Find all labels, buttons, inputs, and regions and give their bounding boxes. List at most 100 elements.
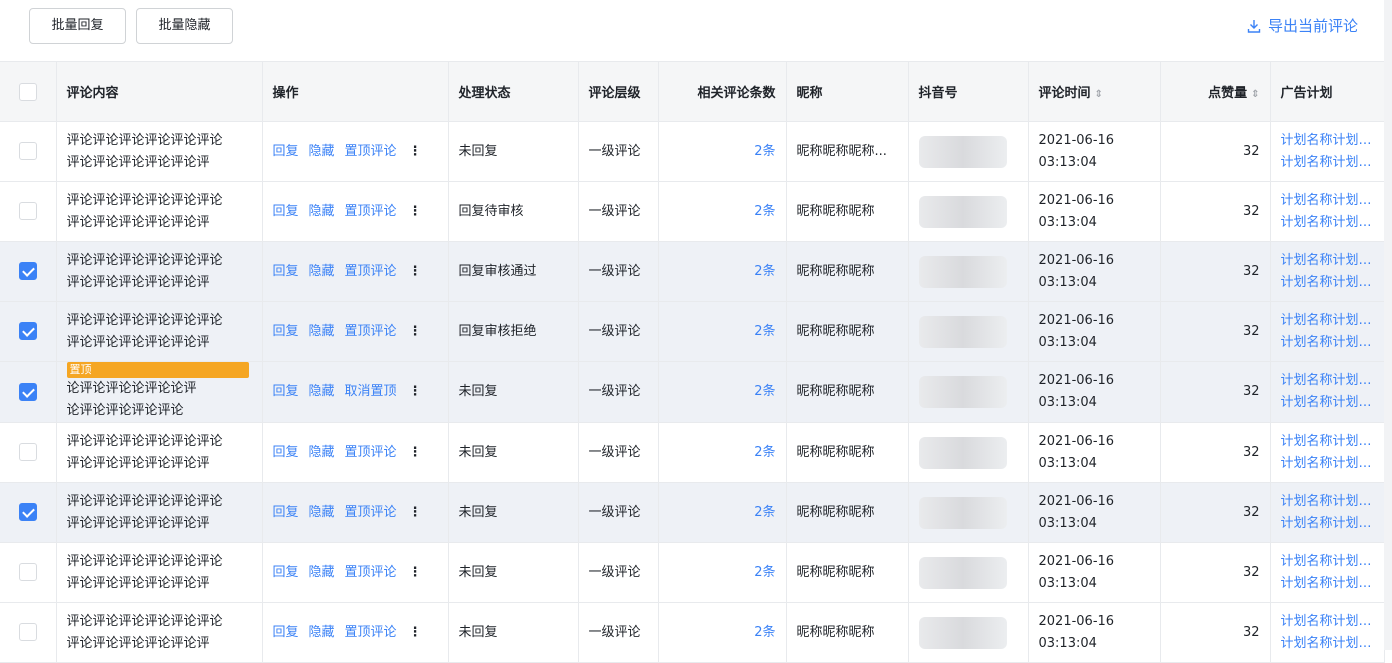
related-count-link[interactable]: 2条	[754, 384, 775, 399]
row-checkbox[interactable]	[18, 443, 37, 461]
header-status: 处理状态	[448, 61, 579, 122]
pin-toggle-link[interactable]: 置顶评论	[345, 144, 397, 159]
sort-icon[interactable]: ⇕	[1251, 89, 1259, 100]
nickname-cell: 昵称昵称昵称...	[786, 121, 909, 182]
reply-link[interactable]: 回复	[273, 204, 299, 219]
comment-line: 评论评论评论评论评论评	[66, 635, 210, 651]
header-time-label: 评论时间	[1038, 86, 1091, 101]
more-vertical-icon[interactable]: ⋮	[409, 264, 422, 279]
export-button[interactable]: 导出当前评论	[1246, 14, 1358, 38]
comment-cell: 评论评论评论评论评论评论评论评论评论评论评论评	[56, 602, 263, 663]
row-checkbox[interactable]	[18, 503, 37, 521]
more-vertical-icon[interactable]: ⋮	[409, 565, 422, 580]
plan-cell[interactable]: 计划名称计划名称计划名称计划名...	[1270, 482, 1385, 543]
row-checkbox[interactable]	[18, 262, 37, 280]
comment-time: 03:13:04	[1038, 395, 1097, 410]
pin-toggle-link[interactable]: 取消置顶	[345, 384, 397, 399]
douyin-id-redacted	[918, 195, 1007, 228]
pin-toggle-link[interactable]: 置顶评论	[345, 565, 397, 580]
row-select-cell	[0, 121, 57, 182]
level-cell: 一级评论	[578, 602, 659, 663]
related-count-link[interactable]: 2条	[754, 204, 775, 219]
batch-reply-button[interactable]: 批量回复	[29, 8, 126, 44]
plan-cell[interactable]: 计划名称计划名称计划名称计划名...	[1270, 241, 1385, 302]
hide-link[interactable]: 隐藏	[309, 144, 335, 159]
hide-link[interactable]: 隐藏	[309, 565, 335, 580]
reply-link[interactable]: 回复	[273, 625, 299, 640]
reply-link[interactable]: 回复	[273, 144, 299, 159]
reply-link[interactable]: 回复	[273, 264, 299, 279]
more-vertical-icon[interactable]: ⋮	[409, 625, 422, 640]
plan-cell[interactable]: 计划名称计划名称计划名称计划名...	[1270, 361, 1385, 423]
reply-link[interactable]: 回复	[273, 324, 299, 339]
comment-text: 论评论评论论评论论评	[66, 381, 197, 396]
more-vertical-icon[interactable]: ⋮	[409, 324, 422, 339]
related-count-link[interactable]: 2条	[754, 625, 775, 640]
plan-line: 计划名称计划名称	[1280, 553, 1374, 569]
pin-toggle-link[interactable]: 置顶评论	[345, 324, 397, 339]
header-time[interactable]: 评论时间 ⇕	[1028, 61, 1161, 122]
plan-cell[interactable]: 计划名称计划名称计划名称计划名...	[1270, 181, 1385, 242]
pin-toggle-link[interactable]: 置顶评论	[345, 445, 397, 460]
likes-cell: 32	[1160, 542, 1271, 603]
comment-time: 03:13:04	[1038, 515, 1097, 531]
time-cell: 2021-06-16 03:13:04	[1028, 301, 1161, 362]
select-all-cell	[0, 61, 57, 122]
related-count-link[interactable]: 2条	[754, 565, 775, 580]
hide-link[interactable]: 隐藏	[309, 264, 335, 279]
related-count-link[interactable]: 2条	[754, 324, 775, 339]
row-checkbox[interactable]	[18, 563, 37, 581]
comment-text: 评论评论评论评论评论评论	[66, 493, 223, 509]
related-count-link[interactable]: 2条	[754, 505, 775, 520]
row-checkbox[interactable]	[18, 623, 37, 641]
comment-line: 评论评论评论评论评论评论	[67, 431, 252, 453]
pin-toggle-link[interactable]: 置顶评论	[345, 625, 397, 640]
reply-link[interactable]: 回复	[273, 565, 299, 580]
more-vertical-icon[interactable]: ⋮	[409, 384, 422, 399]
pin-toggle-link[interactable]: 置顶评论	[345, 204, 397, 219]
related-cell: 2条	[658, 542, 787, 603]
plan-cell[interactable]: 计划名称计划名称计划名称计划名...	[1270, 301, 1385, 362]
hide-link[interactable]: 隐藏	[309, 384, 335, 399]
select-all-checkbox[interactable]	[18, 82, 37, 101]
reply-link[interactable]: 回复	[273, 445, 299, 460]
scrollbar-track[interactable]	[1384, 0, 1392, 650]
plan-cell[interactable]: 计划名称计划名称计划名称计划名...	[1270, 602, 1385, 663]
reply-link[interactable]: 回复	[273, 384, 299, 399]
related-count-link[interactable]: 2条	[754, 264, 775, 279]
comment-text: 评论评论评论评论评论评论	[66, 553, 223, 569]
pin-toggle-link[interactable]: 置顶评论	[345, 264, 397, 279]
header-related: 相关评论条数	[658, 61, 787, 122]
more-vertical-icon[interactable]: ⋮	[409, 144, 422, 159]
plan-cell[interactable]: 计划名称计划名称计划名称计划名...	[1270, 542, 1385, 603]
more-vertical-icon[interactable]: ⋮	[409, 445, 422, 460]
comment-line: 评论评论评论评论评论评	[66, 515, 210, 531]
related-count-link[interactable]: 2条	[754, 445, 775, 460]
hide-link[interactable]: 隐藏	[309, 324, 335, 339]
time-cell: 2021-06-16 03:13:04	[1028, 482, 1161, 543]
reply-link[interactable]: 回复	[273, 505, 299, 520]
comment-line: 评论评论评论评论评论评论	[67, 611, 252, 633]
hide-link[interactable]: 隐藏	[309, 505, 335, 520]
more-vertical-icon[interactable]: ⋮	[409, 204, 422, 219]
batch-hide-button[interactable]: 批量隐藏	[136, 8, 233, 44]
comment-date: 2021-06-16	[1038, 132, 1115, 148]
related-count-link[interactable]: 2条	[754, 144, 775, 159]
plan-cell[interactable]: 计划名称计划名称计划名称计划名...	[1270, 422, 1385, 483]
comment-cell: 评论评论评论评论评论评论 评论评论评论评论评论评	[56, 241, 263, 302]
sort-icon[interactable]: ⇕	[1095, 89, 1103, 100]
pin-toggle-link[interactable]: 置顶评论	[345, 505, 397, 520]
row-checkbox[interactable]	[18, 382, 37, 401]
hide-link[interactable]: 隐藏	[309, 445, 335, 460]
header-likes[interactable]: 点赞量 ⇕	[1160, 61, 1271, 122]
row-checkbox[interactable]	[18, 142, 37, 160]
row-checkbox[interactable]	[18, 202, 37, 220]
header-plan: 广告计划	[1270, 61, 1385, 122]
more-vertical-icon[interactable]: ⋮	[409, 505, 422, 520]
hide-link[interactable]: 隐藏	[309, 204, 335, 219]
hide-link[interactable]: 隐藏	[309, 625, 335, 640]
status-cell: 未回复	[448, 542, 579, 603]
row-select-cell	[0, 542, 57, 603]
plan-cell[interactable]: 计划名称计划名称计划名称计划名...	[1270, 121, 1385, 182]
row-checkbox[interactable]	[18, 322, 37, 340]
